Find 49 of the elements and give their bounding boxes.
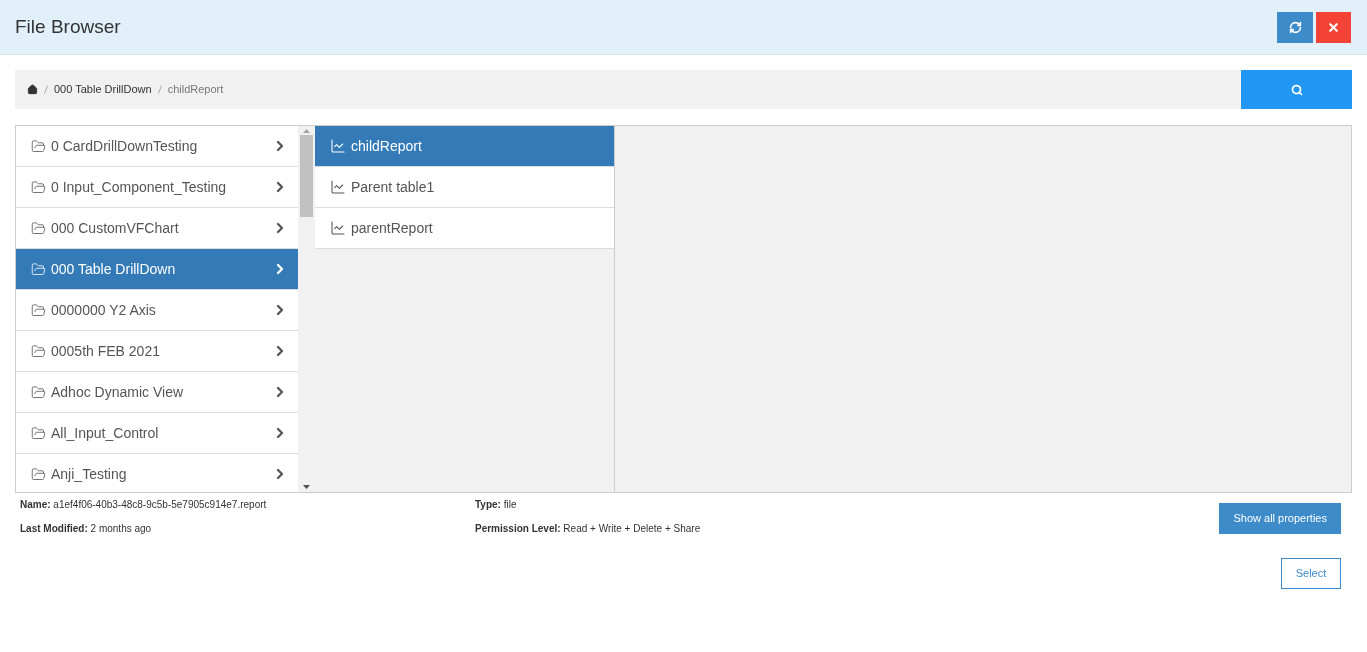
report-item[interactable]: parentReport bbox=[315, 208, 614, 249]
breadcrumb-separator-icon bbox=[44, 85, 48, 94]
breadcrumb-item[interactable]: 000 Table DrillDown bbox=[54, 81, 152, 98]
refresh-button[interactable] bbox=[1277, 11, 1313, 43]
report-label: Parent table1 bbox=[351, 177, 435, 197]
report-label: childReport bbox=[351, 136, 422, 156]
folder-label: 000 CustomVFChart bbox=[51, 218, 179, 238]
folder-label: Adhoc Dynamic View bbox=[51, 382, 184, 402]
line-chart-icon bbox=[330, 220, 346, 236]
scrollbar-thumb[interactable] bbox=[300, 135, 313, 217]
folder-icon bbox=[31, 384, 46, 400]
breadcrumb-separator-icon bbox=[157, 85, 162, 94]
folder-icon bbox=[31, 261, 46, 277]
folder-icon bbox=[31, 138, 46, 154]
folder-icon bbox=[31, 179, 46, 195]
folder-icon bbox=[31, 302, 46, 318]
search-icon bbox=[1290, 83, 1303, 96]
line-chart-icon bbox=[330, 179, 346, 195]
last-modified: Last Modified: 2 months ago bbox=[20, 522, 153, 536]
line-chart-icon bbox=[330, 138, 346, 154]
report-item[interactable]: childReport bbox=[315, 126, 614, 167]
folder-icon bbox=[31, 343, 46, 359]
folder-label: All_Input_Control bbox=[51, 423, 159, 443]
scrollbar[interactable] bbox=[298, 126, 315, 492]
file-type: Type: file bbox=[475, 498, 518, 512]
scroll-down-icon[interactable] bbox=[303, 485, 310, 489]
permission-level: Permission Level: Read + Write + Delete + Share bbox=[475, 522, 702, 536]
folder-label: 0 Input_Component_Testing bbox=[51, 177, 227, 197]
folder-label: Anji_Testing bbox=[51, 464, 127, 484]
report-item[interactable]: Parent table1 bbox=[315, 167, 614, 208]
folder-icon bbox=[31, 466, 46, 482]
folder-label: 0 CardDrillDownTesting bbox=[51, 136, 198, 156]
scroll-up-icon[interactable] bbox=[303, 129, 310, 133]
folder-icon bbox=[31, 220, 46, 236]
close-button[interactable] bbox=[1316, 11, 1351, 43]
show-all-properties-button[interactable]: Show all properties bbox=[1219, 503, 1341, 534]
file-name: Name: a1ef4f06-40b3-48c8-9c5b-5e7905c914e7.report bbox=[20, 498, 268, 512]
close-icon bbox=[1327, 20, 1340, 34]
refresh-icon bbox=[1288, 20, 1302, 34]
select-button[interactable]: Select bbox=[1281, 558, 1341, 589]
folder-icon bbox=[31, 425, 46, 441]
report-label: parentReport bbox=[351, 218, 433, 238]
breadcrumb-item: childReport bbox=[167, 82, 224, 98]
window-title: File Browser bbox=[15, 14, 121, 39]
folder-item[interactable]: 000 Table DrillDown bbox=[16, 249, 298, 290]
folder-label: 000 Table DrillDown bbox=[51, 259, 176, 279]
folder-label: 0005th FEB 2021 bbox=[51, 341, 160, 361]
folder-label: 0000000 Y2 Axis bbox=[51, 300, 156, 320]
home-icon[interactable] bbox=[27, 84, 38, 95]
